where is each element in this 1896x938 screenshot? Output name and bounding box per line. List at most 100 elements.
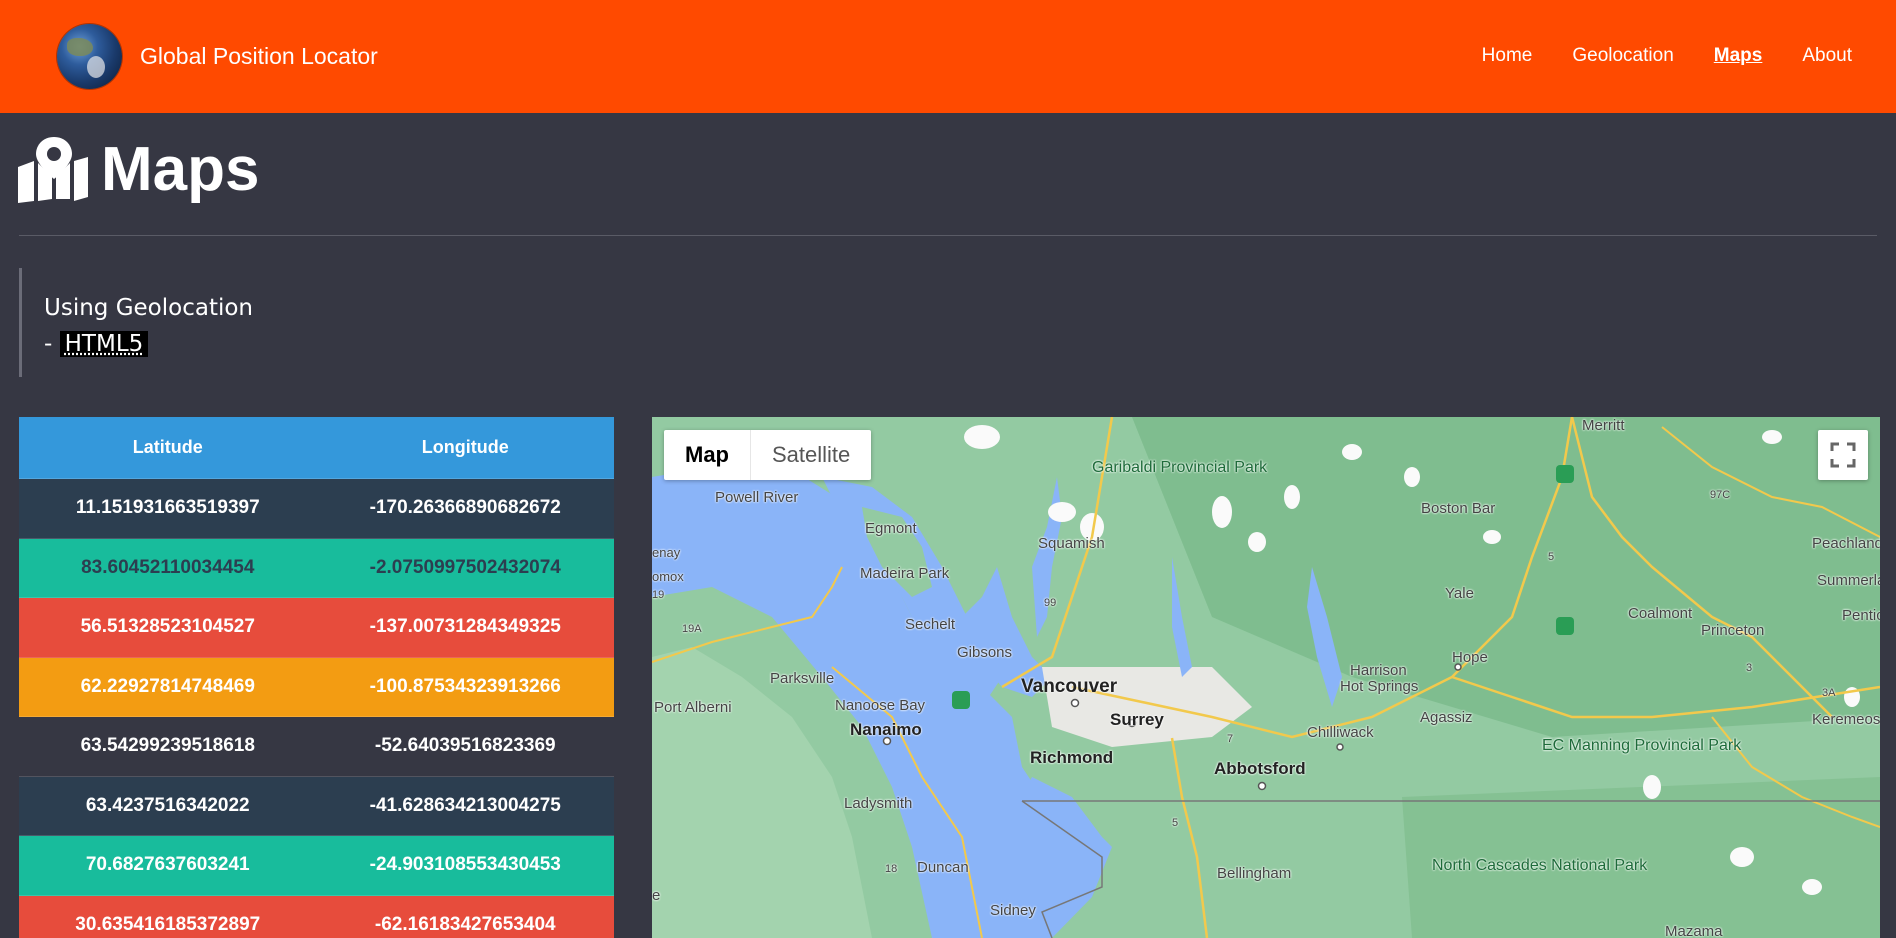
map-label-nanoose-bay: Nanoose Bay — [835, 697, 926, 714]
table-row: 83.60452110034454 -2.0750997502432074 — [19, 538, 614, 598]
map-type-map-button[interactable]: Map — [664, 430, 751, 480]
route-99: 99 — [1044, 597, 1057, 609]
table-row: 63.54299239518618 -52.64039516823369 — [19, 717, 614, 777]
table-header: Latitude Longitude — [19, 417, 614, 479]
map-label-madeira-park: Madeira Park — [860, 565, 950, 582]
table-row: 70.6827637603241 -24.903108553430453 — [19, 836, 614, 896]
latitude-cell: 63.54299239518618 — [80, 735, 255, 757]
table-row: 63.4237516342022 -41.628634213004275 — [19, 776, 614, 836]
map-label-gibsons: Gibsons — [957, 644, 1013, 661]
map-label-yale: Yale — [1445, 585, 1474, 602]
nav-about[interactable]: About — [1802, 45, 1852, 67]
route-97c: 97C — [1710, 489, 1731, 501]
map-label-boston-bar: Boston Bar — [1421, 500, 1496, 517]
longitude-cell: -24.903108553430453 — [369, 854, 561, 876]
longitude-cell: -62.16183427653404 — [374, 913, 556, 935]
map-label-sidney: Sidney — [990, 902, 1036, 919]
latitude-cell: 11.151931663519397 — [75, 497, 260, 519]
map-type-satellite-button[interactable]: Satellite — [751, 430, 871, 480]
quote-prefix: - — [44, 331, 60, 357]
longitude-cell: -41.628634213004275 — [369, 794, 561, 816]
table-row: 30.635416185372897 -62.16183427653404 — [19, 895, 614, 938]
map-label-e: e — [652, 887, 661, 904]
nav-home[interactable]: Home — [1482, 45, 1533, 67]
latitude-cell: 63.4237516342022 — [85, 794, 250, 816]
map-label-egmont: Egmont — [865, 520, 917, 537]
globe-logo-icon — [57, 24, 122, 89]
map-label-surrey: Surrey — [1110, 710, 1164, 729]
longitude-cell: -100.87534323913266 — [369, 675, 561, 697]
table-row: 11.151931663519397 -170.26366890682672 — [19, 479, 614, 539]
route-19a: 19A — [682, 623, 702, 635]
longitude-cell: -170.26366890682672 — [369, 497, 561, 519]
navbar: Global Position Locator Home Geolocation… — [0, 0, 1896, 113]
quote-line: Using Geolocation — [44, 295, 253, 321]
map-label-merritt: Merritt — [1582, 417, 1625, 434]
map-label-sechelt: Sechelt — [905, 616, 956, 633]
map-label-peachland: Peachland — [1812, 535, 1880, 552]
map-label-summerland: Summerla — [1817, 572, 1880, 589]
map-label-hope: Hope — [1452, 649, 1488, 666]
map-label-richmond: Richmond — [1030, 748, 1114, 767]
latitude-cell: 70.6827637603241 — [85, 854, 250, 876]
brand[interactable]: Global Position Locator — [57, 24, 378, 89]
latitude-cell: 83.60452110034454 — [81, 556, 255, 578]
divider — [19, 235, 1877, 236]
map-label-nanaimo: Nanaimo — [850, 720, 922, 739]
map-label-agassiz: Agassiz — [1420, 709, 1473, 726]
longitude-header: Longitude — [421, 437, 509, 457]
map-label-harrison: Harrison — [1350, 662, 1407, 679]
map-marked-icon — [18, 137, 88, 203]
route-19: 19 — [652, 589, 665, 601]
map-label-garibaldi: Garibaldi Provincial Park — [1092, 459, 1267, 476]
latitude-cell: 30.635416185372897 — [75, 913, 261, 935]
google-map[interactable]: Powell River Egmont Madeira Park Sechelt… — [652, 417, 1880, 938]
route-3a: 3A — [1822, 687, 1836, 699]
route-7: 7 — [1227, 733, 1234, 745]
coordinates-table: Latitude Longitude 11.151931663519397 -1… — [19, 417, 614, 938]
map-label-bellingham: Bellingham — [1217, 865, 1292, 882]
map-label-ec-manning: EC Manning Provincial Park — [1542, 737, 1742, 754]
map-label-abbotsford: Abbotsford — [1214, 759, 1306, 778]
map-label-parksville: Parksville — [770, 670, 835, 687]
fullscreen-button[interactable] — [1818, 430, 1868, 480]
map-label-hot-springs: Hot Springs — [1340, 678, 1419, 695]
map-label-powell-river: Powell River — [715, 489, 799, 506]
nav-maps[interactable]: Maps — [1714, 45, 1763, 67]
table-row: 62.22927814748469 -100.87534323913266 — [19, 657, 614, 717]
interstate-5: 5 — [1172, 817, 1179, 829]
longitude-cell: -52.64039516823369 — [374, 735, 556, 757]
map-label-squamish: Squamish — [1038, 535, 1105, 552]
map-label-chilliwack: Chilliwack — [1307, 724, 1374, 741]
longitude-cell: -137.00731284349325 — [369, 616, 561, 638]
map-label-duncan: Duncan — [917, 859, 969, 876]
map-label-keremeos: Keremeos — [1812, 711, 1880, 728]
latitude-header: Latitude — [132, 437, 203, 457]
map-label-port-alberni: Port Alberni — [654, 699, 732, 716]
map-label-ladysmith: Ladysmith — [844, 795, 913, 812]
geolocation-quote: Using Geolocation - HTML5 — [19, 268, 253, 377]
longitude-cell: -2.0750997502432074 — [369, 556, 561, 578]
latitude-cell: 56.51328523104527 — [80, 616, 255, 638]
route-18: 18 — [885, 863, 898, 875]
map-label-vancouver: Vancouver — [1021, 676, 1118, 697]
map-label-princeton: Princeton — [1701, 622, 1765, 639]
fullscreen-icon — [1830, 442, 1856, 468]
route-5: 5 — [1548, 551, 1555, 563]
page-title: Maps — [101, 135, 260, 204]
route-3: 3 — [1746, 662, 1753, 674]
map-label-coalmont: Coalmont — [1628, 605, 1693, 622]
map-label-pentict: Pentic — [1842, 607, 1880, 624]
html5-abbr: HTML5 — [59, 331, 149, 357]
map-label-north-cascades: North Cascades National Park — [1432, 857, 1648, 874]
page-header: Maps — [18, 137, 259, 203]
quote-source: - HTML5 — [44, 326, 253, 362]
nav-links: Home Geolocation Maps About — [1482, 45, 1852, 67]
map-label-omox: omox — [652, 569, 684, 584]
map-type-control: Map Satellite — [664, 430, 872, 480]
nav-geolocation[interactable]: Geolocation — [1572, 45, 1673, 67]
map-label-mazama: Mazama — [1665, 923, 1723, 938]
brand-name: Global Position Locator — [140, 43, 378, 69]
latitude-cell: 62.22927814748469 — [80, 675, 255, 697]
table-row: 56.51328523104527 -137.00731284349325 — [19, 598, 614, 658]
